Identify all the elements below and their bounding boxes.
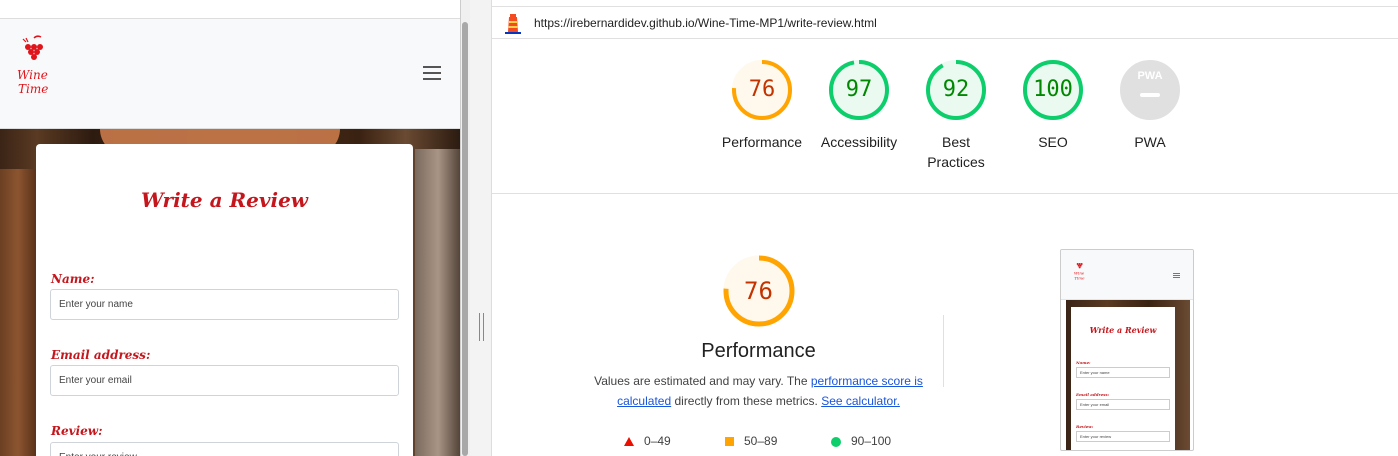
gauge-seo[interactable]: 100 SEO [1008,58,1098,152]
review-label: Review: [51,424,103,438]
gauge-ring: 76 [730,58,794,122]
svg-text:Time: Time [18,82,48,96]
pane-divider [470,0,492,456]
thumbnail-input-review: Enter your review [1076,431,1170,442]
thumbnail-input-email: Enter your email [1076,399,1170,410]
svg-text:Wine: Wine [17,68,48,82]
gauge-accessibility[interactable]: 97 Accessibility [814,58,904,152]
legend-fail: 0–49 [624,434,671,448]
performance-score-large: 76 [744,277,773,305]
svg-text:Time: Time [1074,275,1085,280]
svg-text:Wine: Wine [1074,271,1085,276]
thumbnail-navbar: Wine Time [1061,250,1193,300]
name-label: Name: [51,272,95,286]
hamburger-icon-bar [423,72,441,74]
gauge-label: Best Practices [927,134,985,170]
report-url[interactable]: https://irebernardidev.github.io/Wine-Ti… [534,16,877,30]
gauge-label: Accessibility [820,134,898,150]
gauge-score: 100 [1033,77,1073,102]
thumbnail-label-name: Name: [1076,360,1091,365]
gauge-label: SEO [1038,134,1068,150]
gauge-label: PWA [1134,134,1166,150]
performance-desc-text-2: directly from these metrics. [671,394,822,408]
lighthouse-report: https://irebernardidev.github.io/Wine-Ti… [492,0,1398,456]
see-calculator-link[interactable]: See calculator. [821,394,900,408]
device-preview-pane: Wine Time Write a Review Name: Email add… [0,0,461,456]
gauge-ring: PWA [1118,58,1182,122]
vertical-separator [943,315,944,387]
square-icon [725,437,734,447]
gauge-ring: 92 [924,58,988,122]
review-form-card: Write a Review Name: Email address: Revi… [36,144,413,456]
performance-gauge-large: 76 [722,254,796,328]
hero-pillar [415,149,460,456]
gauge-best-practices[interactable]: 92 Best Practices [911,58,1001,172]
legend-fail-range: 0–49 [644,434,671,448]
thumbnail-hamburger-icon [1173,272,1180,279]
site-navbar: Wine Time [0,19,460,129]
final-screenshot-thumbnail[interactable]: Wine Time Write a Review Name: Enter you… [1060,249,1194,451]
hero-barrel [0,169,36,456]
name-input[interactable] [50,289,399,320]
performance-desc-text: Values are estimated and may vary. The [594,374,811,388]
preview-top-bar [0,0,460,19]
legend-pass-range: 90–100 [851,434,892,448]
email-label: Email address: [51,348,151,362]
preview-scrollbar[interactable] [461,0,470,456]
gauge-label: Performance [721,134,803,150]
wine-time-logo[interactable]: Wine Time [14,35,50,101]
thumbnail-label-email: Email address: [1076,392,1110,397]
thumbnail-title: Write a Review [1089,325,1157,335]
thumbnail-label-review: Review: [1076,424,1094,429]
preview-scrollbar-thumb[interactable] [462,22,468,456]
lighthouse-icon [505,14,521,34]
gauge-score: PWA [1137,70,1163,82]
legend-average: 50–89 [725,434,777,448]
performance-title: Performance [701,340,816,362]
thumbnail-input-name: Enter your name [1076,367,1170,378]
performance-description: Values are estimated and may vary. The p… [592,371,925,411]
gauge-score: 76 [748,77,776,102]
thumbnail-logo: Wine Time [1074,263,1085,280]
review-input[interactable] [50,442,399,456]
gauge-pwa[interactable]: PWA PWA [1105,58,1195,152]
report-url-bar: https://irebernardidev.github.io/Wine-Ti… [492,6,1398,39]
gauge-ring: 100 [1021,58,1085,122]
legend-average-range: 50–89 [744,434,778,448]
thumbnail-card: Write a Review Name: Enter your name Ema… [1071,307,1175,450]
menu-toggle-button[interactable] [418,62,446,86]
legend-pass: 90–100 [831,434,891,448]
review-form-title: Write a Review [140,188,309,212]
hamburger-icon [423,66,441,68]
email-input[interactable] [50,365,399,396]
hamburger-icon-bar [423,78,441,80]
performance-summary: 76 Performance Values are estimated and … [592,254,925,411]
resize-handle[interactable] [479,313,484,341]
circle-icon [831,436,841,447]
section-separator [492,193,1398,194]
gauge-ring: 97 [827,58,891,122]
gauge-performance[interactable]: 76 Performance [717,58,807,152]
gauge-score: 92 [942,77,970,102]
gauge-score: 97 [845,77,873,102]
triangle-icon [624,437,634,447]
